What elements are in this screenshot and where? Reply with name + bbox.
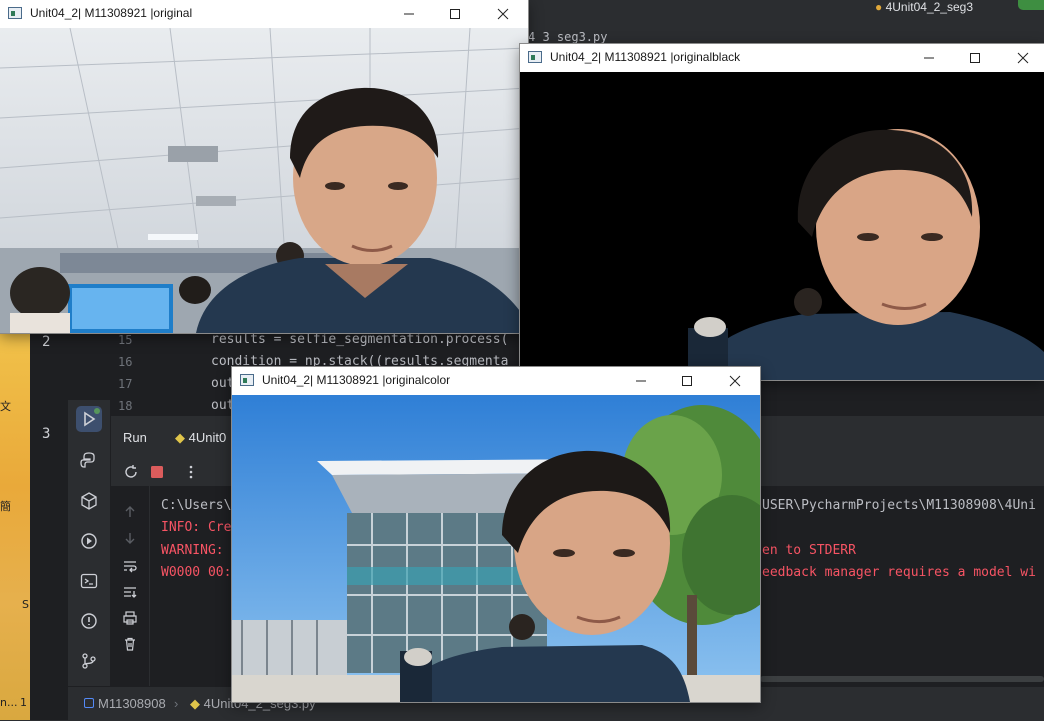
minimize-button[interactable] [618,367,664,395]
run-config-selector[interactable]: ● 4Unit04_2_seg3 [875,0,973,14]
code-line: results = selfie_segmentation.process( [211,332,509,347]
run-button[interactable] [1018,0,1044,10]
project-gutter: 2 3 [30,330,69,700]
segmentation-frame-color [232,395,760,702]
desktop-background: 文 簡 S n... 1 [0,330,30,720]
folder-icon [84,698,94,708]
scroll-to-end-icon[interactable] [120,582,140,602]
problems-icon[interactable] [76,608,102,634]
window-originalblack[interactable]: Unit04_2| M11308921 |originalblack [520,44,1044,380]
more-options-icon[interactable] [181,462,201,482]
print-icon[interactable] [120,608,140,628]
line-number: 15 [118,333,133,347]
line-number: 16 [118,355,133,369]
gutter-number: 2 [42,334,51,350]
terminal-icon[interactable] [76,568,102,594]
window-originalcolor[interactable]: Unit04_2| M11308921 |originalcolor [232,367,760,702]
line-number: 18 [118,399,133,413]
python-console-icon[interactable] [76,448,102,474]
rerun-icon[interactable] [121,462,141,482]
window-titlebar[interactable]: Unit04_2| M11308921 |original [0,0,528,28]
maximize-button[interactable] [952,44,998,72]
python-packages-icon[interactable] [76,488,102,514]
console-line: W0000 00: [161,565,232,580]
console-side-toolbar [111,486,150,686]
editor-tab-file[interactable]: 4_3_seg3.py [528,30,607,44]
stop-icon[interactable] [147,462,167,482]
camera-frame-original [0,28,528,333]
desktop-char: n... [0,696,18,709]
scroll-down-icon[interactable] [120,528,140,548]
console-line: C:\Users\ [161,498,232,513]
code-line: out [211,398,235,413]
desktop-char: 簡 [0,500,11,513]
python-icon: ◆ [175,430,189,445]
scroll-up-icon[interactable] [120,502,140,522]
python-icon: ◆ [190,696,204,711]
segmented-person-on-building [232,395,760,702]
desktop-char: 文 [0,400,11,413]
segmentation-frame-black [520,72,1044,380]
segmented-person-on-black [520,72,1044,380]
code-line: out [211,376,235,391]
close-button[interactable] [480,0,526,28]
classroom-scene [0,28,528,333]
python-icon: ● [875,0,886,14]
run-panel-title: Run [123,430,147,445]
window-titlebar[interactable]: Unit04_2| M11308921 |originalblack [520,44,1044,72]
gutter-number: 3 [42,426,51,442]
git-icon[interactable] [76,648,102,674]
window-title: Unit04_2| M11308921 |original [30,6,193,20]
console-scrollbar[interactable] [760,676,1044,682]
run-tab[interactable]: ◆ 4Unit0 [175,430,226,446]
breadcrumb-separator: › [174,696,179,711]
breadcrumb-project[interactable]: M11308908 [84,696,166,711]
app-icon [528,51,542,63]
console-line-tail: eedback manager requires a model wi [762,565,1036,580]
window-title: Unit04_2| M11308921 |originalcolor [262,373,451,387]
close-button[interactable] [1000,44,1044,72]
tool-window-strip [68,400,111,690]
console-line: WARNING: [161,543,232,558]
console-line-tail: en to STDERR [762,543,856,558]
window-title: Unit04_2| M11308921 |originalblack [550,50,741,64]
maximize-button[interactable] [664,367,710,395]
app-icon [8,7,22,19]
maximize-button[interactable] [432,0,478,28]
minimize-button[interactable] [386,0,432,28]
desktop-char: 1 [20,696,27,709]
app-icon [240,374,254,386]
line-number: 17 [118,377,133,391]
console-line: INFO: Cre [161,520,232,535]
minimize-button[interactable] [906,44,952,72]
window-original[interactable]: Unit04_2| M11308921 |original [0,0,528,333]
window-titlebar[interactable]: Unit04_2| M11308921 |originalcolor [232,367,760,395]
desktop-char: S [22,598,29,611]
console-line-tail: USER\PycharmProjects\M11308908\4Uni [762,498,1036,513]
soft-wrap-icon[interactable] [120,556,140,576]
services-icon[interactable] [76,528,102,554]
clear-icon[interactable] [120,634,140,654]
close-button[interactable] [712,367,758,395]
run-tool-icon[interactable] [76,406,102,432]
